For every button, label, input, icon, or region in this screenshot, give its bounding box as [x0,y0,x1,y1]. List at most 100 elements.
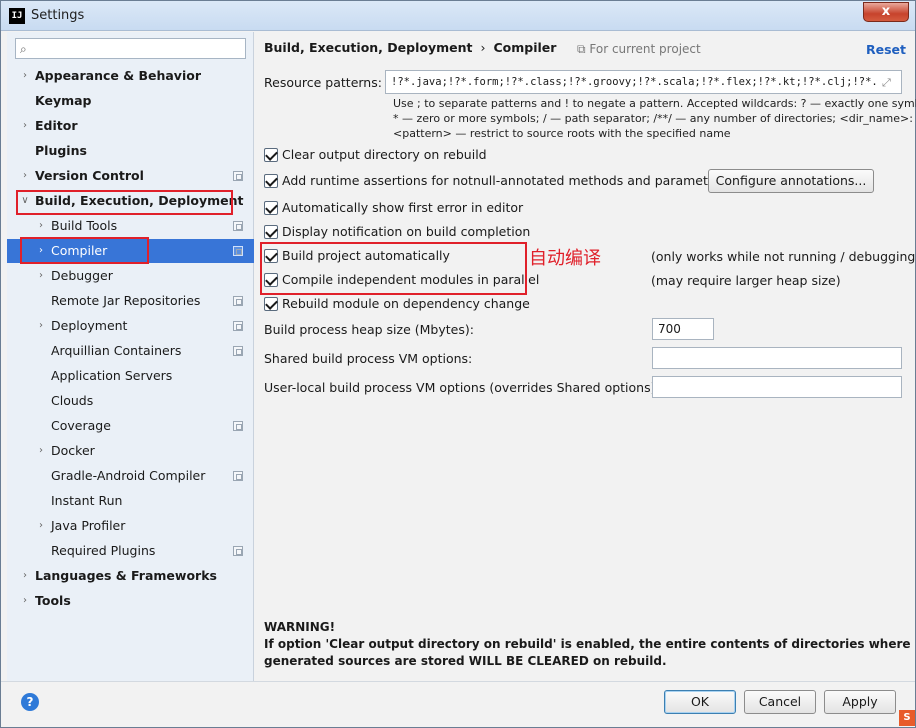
sidebar-item[interactable]: › Build Tools [7,214,254,238]
intellij-app-icon: IJ [9,8,25,24]
resource-patterns-field[interactable] [385,70,902,94]
sidebar-item-label: Appearance & Behavior [35,68,201,83]
sidebar-item[interactable]: Arquillian Containers [7,339,254,363]
sidebar-item-label: Remote Jar Repositories [51,293,201,308]
project-scope-icon [233,221,243,231]
apply-button[interactable]: Apply [824,690,896,714]
chevron-right-icon[interactable]: › [19,564,31,588]
option-row: Display notification on build completion [264,223,644,243]
search-icon: ⌕ [20,42,27,56]
option-note: (only works while not running / debuggin… [651,249,916,264]
chevron-right-icon[interactable]: › [35,439,47,463]
shared-vm-options-field[interactable] [652,347,902,369]
chevron-right-icon[interactable]: › [35,214,47,238]
sidebar-item-label: Build Tools [51,218,118,233]
sidebar-item[interactable]: Instant Run [7,489,254,513]
chevron-down-icon[interactable]: ∨ [19,189,31,213]
sidebar-item[interactable]: › Languages & Frameworks [7,564,254,588]
sidebar-item-label: Plugins [35,143,87,158]
sidebar-item[interactable]: Keymap [7,89,254,113]
sidebar-item[interactable]: › Compiler [7,239,254,263]
option-checkbox[interactable] [264,249,278,263]
sidebar-item-label: Languages & Frameworks [35,568,217,583]
chevron-right-icon[interactable]: › [35,314,47,338]
compiler-settings-panel: Build, Execution, Deployment › Compiler ⧉ … [255,32,916,681]
option-label: Add runtime assertions for notnull-annot… [282,173,728,188]
chevron-right-icon[interactable]: › [35,264,47,288]
close-button[interactable]: x [863,2,909,22]
for-current-project: ⧉ For current project [577,42,701,56]
project-scope-icon [233,246,243,256]
sidebar-item[interactable]: Gradle-Android Compiler [7,464,254,488]
sidebar-item-label: Keymap [35,93,92,108]
project-scope-icon [233,346,243,356]
option-label: Compile independent modules in parallel [282,272,540,287]
sidebar-item-label: Instant Run [51,493,123,508]
configure-annotations-button[interactable]: Configure annotations... [708,169,874,193]
option-row: Rebuild module on dependency change [264,295,644,315]
sidebar-item[interactable]: › Docker [7,439,254,463]
sidebar-item-label: Required Plugins [51,543,156,558]
settings-window: IJ Settings x ⌕ › Appearance & Behavior Ke… [0,0,916,728]
sidebar-item[interactable]: Clouds [7,389,254,413]
sidebar-item[interactable]: › Deployment [7,314,254,338]
breadcrumb-separator: › [480,40,486,55]
option-checkbox[interactable] [264,297,278,311]
chevron-right-icon[interactable]: › [19,114,31,138]
warning-title: WARNING! [264,620,336,634]
sidebar-item[interactable]: Remote Jar Repositories [7,289,254,313]
option-checkbox[interactable] [264,148,278,162]
heap-size-field[interactable] [652,318,714,340]
chevron-right-icon[interactable]: › [19,164,31,188]
warning-line-2: generated sources are stored WILL BE CLE… [264,654,667,668]
sidebar-item[interactable]: Application Servers [7,364,254,388]
sidebar-item[interactable]: › Version Control [7,164,254,188]
chevron-right-icon[interactable]: › [19,64,31,88]
option-checkbox[interactable] [264,174,278,188]
option-checkbox[interactable] [264,201,278,215]
project-scope-icon: ⧉ [577,42,590,56]
sidebar-item[interactable]: › Editor [7,114,254,138]
sidebar-item-label: Java Profiler [51,518,126,533]
sidebar-item[interactable]: Plugins [7,139,254,163]
help-icon[interactable]: ? [21,693,39,711]
ok-button[interactable]: OK [664,690,736,714]
project-scope-icon [233,296,243,306]
user-local-vm-options-label: User-local build process VM options (ove… [264,380,660,395]
sidebar-item[interactable]: Coverage [7,414,254,438]
cancel-button[interactable]: Cancel [744,690,816,714]
sidebar-item-label: Compiler [51,243,108,258]
settings-search: ⌕ [15,38,246,59]
reset-link[interactable]: Reset [866,42,906,57]
sidebar-item[interactable]: ∨ Build, Execution, Deployment [7,189,254,213]
resource-patterns-hint-2: * — zero or more symbols; / — path separ… [393,112,913,125]
window-title: Settings [31,8,85,23]
project-scope-icon [233,171,243,181]
breadcrumb-page: Compiler [493,40,557,55]
dialog-footer: ? OK Cancel Apply S [1,681,915,727]
sidebar-item[interactable]: › Java Profiler [7,514,254,538]
option-row: Compile independent modules in parallel [264,271,644,291]
watermark-badge: S [899,710,915,726]
sidebar-item[interactable]: › Debugger [7,264,254,288]
sidebar-item-label: Deployment [51,318,128,333]
sidebar-item[interactable]: › Appearance & Behavior [7,64,254,88]
user-local-vm-options-field[interactable] [652,376,902,398]
rebuild-warning: WARNING! If option 'Clear output directo… [264,619,911,670]
sidebar-item[interactable]: › Tools [7,589,254,613]
settings-search-input[interactable] [36,40,241,57]
resource-patterns-label: Resource patterns: [264,75,382,90]
close-icon: x [881,4,891,19]
option-label: Rebuild module on dependency change [282,296,530,311]
project-scope-icon [233,546,243,556]
chevron-right-icon[interactable]: › [19,589,31,613]
chevron-right-icon[interactable]: › [35,239,47,263]
expand-field-icon[interactable]: ⤢ [882,76,891,90]
option-checkbox[interactable] [264,273,278,287]
sidebar-item[interactable]: Required Plugins [7,539,254,563]
project-scope-icon [233,421,243,431]
resource-patterns-hint-1: Use ; to separate patterns and ! to nega… [393,97,916,110]
option-checkbox[interactable] [264,225,278,239]
chevron-right-icon[interactable]: › [35,514,47,538]
project-scope-icon [233,471,243,481]
